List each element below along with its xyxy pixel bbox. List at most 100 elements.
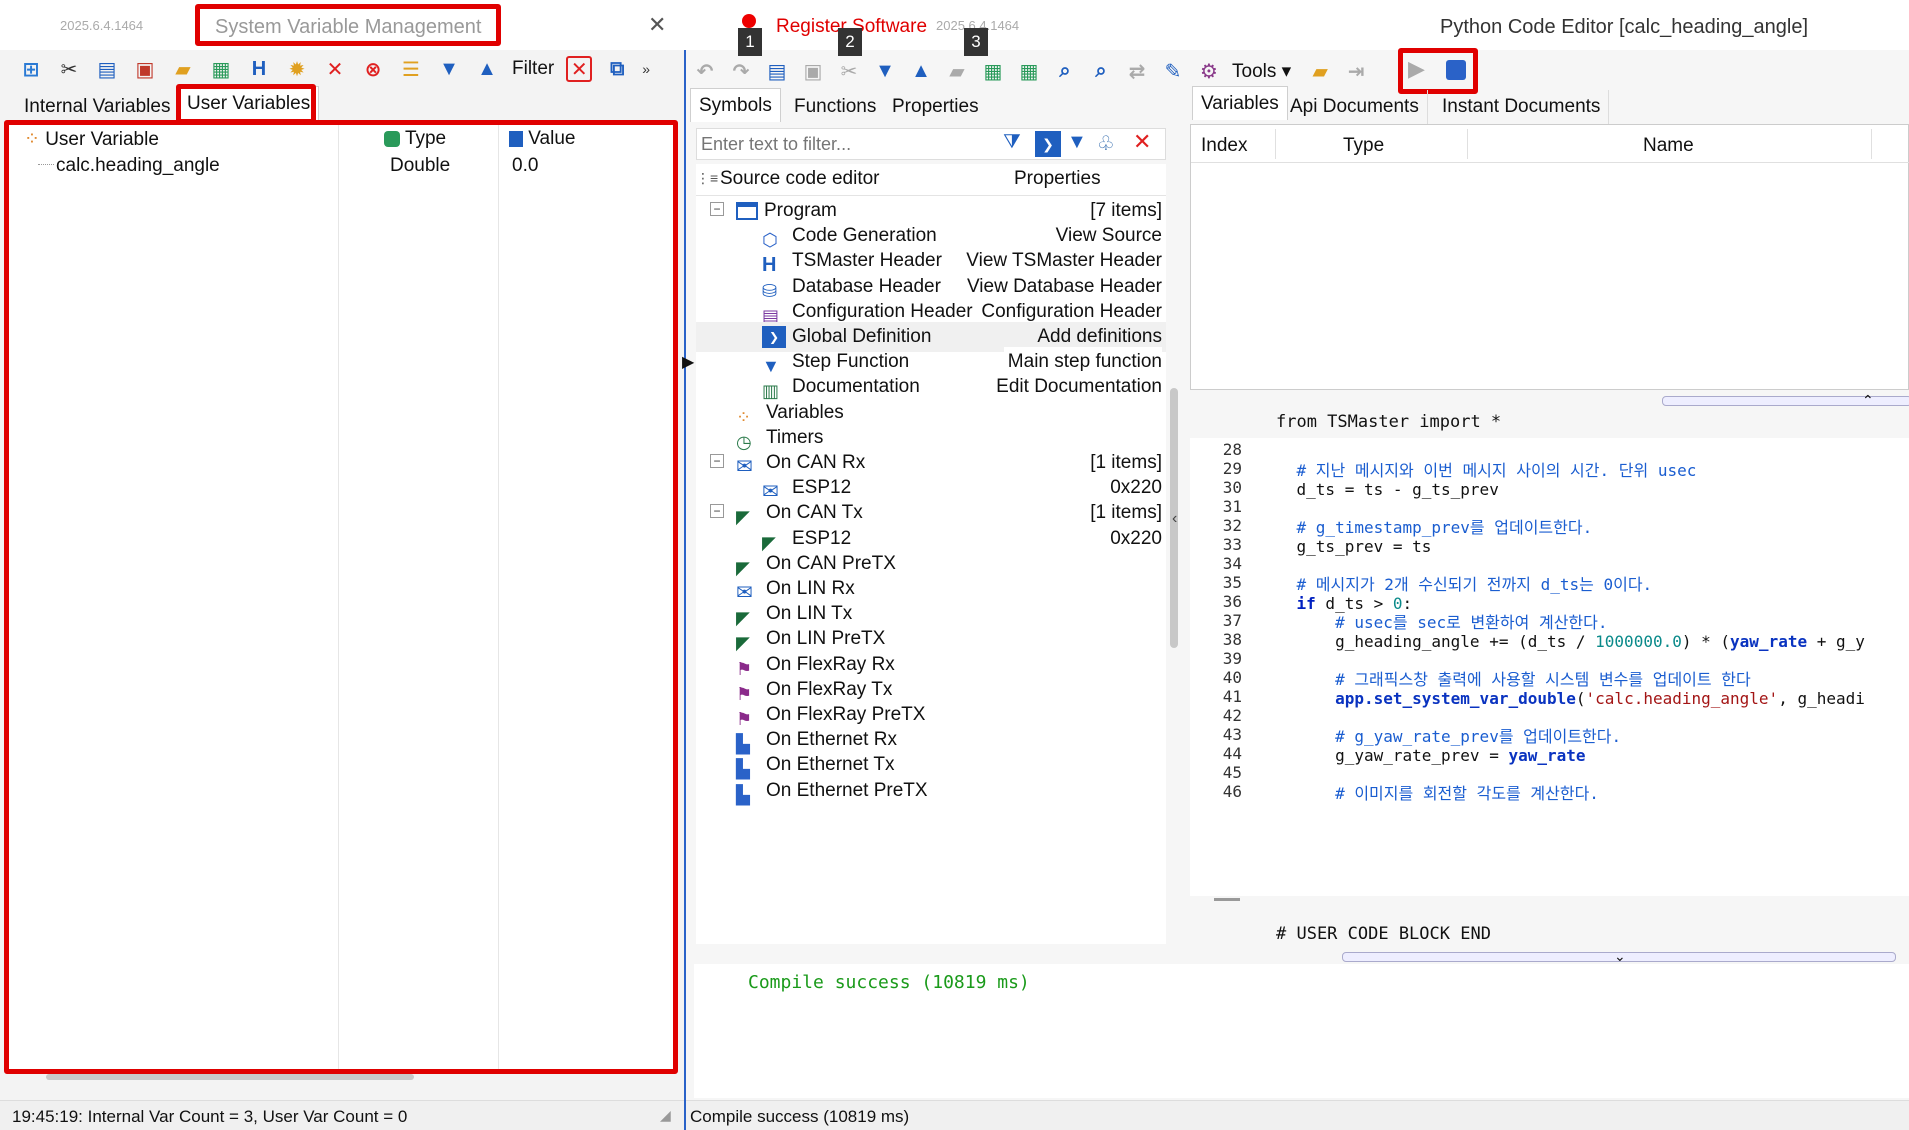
tab-instant-documents[interactable]: Instant Documents: [1434, 90, 1610, 124]
tree-node-label: On Ethernet PreTX: [766, 779, 928, 801]
add-icon[interactable]: ⊞: [18, 56, 44, 82]
tree-node-label: Global Definition: [792, 326, 932, 347]
code-line[interactable]: g_yaw_rate_prev = yaw_rate: [1258, 744, 1585, 767]
python-icon[interactable]: ♧: [1097, 131, 1115, 156]
code-line[interactable]: g_heading_angle += (d_ts / 1000000.0) * …: [1258, 630, 1865, 653]
row-variable-type[interactable]: Double: [390, 155, 450, 177]
flexray-icon: ⚑: [736, 708, 753, 729]
code-line[interactable]: g_ts_prev = ts: [1258, 535, 1432, 558]
ethernet-icon: ▙: [736, 784, 750, 805]
symbol-tree: − Program [7 items] ⬡ Code Generation View So…: [696, 196, 1166, 944]
triangle-filter-icon[interactable]: ▼: [1067, 131, 1087, 154]
row-variable-name[interactable]: calc.heading_angle: [56, 155, 220, 177]
ethernet-icon: ▙: [736, 734, 750, 755]
move-down-icon[interactable]: ▼: [436, 56, 462, 82]
tab-api-documents[interactable]: Api Documents: [1282, 90, 1428, 124]
gear-icon[interactable]: ⚙: [1196, 58, 1222, 84]
clear-filter-icon[interactable]: ✕: [1133, 129, 1151, 155]
tools-menu[interactable]: Tools ▾: [1232, 60, 1291, 83]
col-name[interactable]: Name: [1643, 135, 1694, 157]
cut-icon[interactable]: ✂: [836, 58, 862, 84]
settings-icon[interactable]: ✹: [284, 56, 310, 82]
paste-icon[interactable]: ▣: [800, 58, 826, 84]
config-icon: ▤: [762, 305, 780, 326]
move-down-icon[interactable]: ▼: [872, 58, 898, 84]
close-icon[interactable]: ✕: [648, 12, 666, 38]
filter-icon[interactable]: ⧩: [1003, 131, 1029, 157]
tab-variables[interactable]: Variables: [1192, 86, 1288, 120]
tree-node-label: On Ethernet Tx: [766, 754, 895, 776]
tab-internal-variables[interactable]: Internal Variables: [16, 90, 178, 124]
col-type[interactable]: Type: [1343, 135, 1384, 157]
collapse-toggle-icon[interactable]: −: [710, 454, 724, 468]
clear-filter-icon[interactable]: ✕: [566, 56, 593, 82]
import-icon[interactable]: ▦: [208, 56, 234, 82]
code-editor[interactable]: 28 29 # 지난 메시지와 이번 메시지 사이의 시간. 단위 usec 30 …: [1190, 438, 1909, 896]
overflow-chevron-icon[interactable]: »: [642, 61, 650, 77]
h-icon[interactable]: H: [246, 56, 272, 82]
col-index[interactable]: Index: [1201, 135, 1247, 157]
prompt-icon[interactable]: ❯: [1035, 131, 1061, 157]
terminal-icon: ❯: [762, 325, 786, 348]
code-h-scrollbar[interactable]: [1214, 898, 1240, 901]
replace-icon[interactable]: ⇄: [1124, 58, 1150, 84]
badge-3: 3: [964, 28, 988, 56]
copy-icon[interactable]: ▤: [94, 56, 120, 82]
redo-icon[interactable]: ↷: [728, 58, 754, 84]
tree-node-label: On FlexRay Tx: [766, 678, 893, 700]
column-user-variable[interactable]: ⁘ User Variable: [24, 128, 159, 151]
send-icon: ◤: [736, 507, 750, 528]
panel-title: System Variable Management: [215, 16, 482, 38]
cut-icon[interactable]: ✂: [56, 56, 82, 82]
code-line[interactable]: d_ts = ts - g_ts_prev: [1258, 478, 1499, 501]
horizontal-scrollbar[interactable]: [46, 1074, 414, 1080]
code-line[interactable]: # 이미지를 회전할 각도를 계산한다.: [1258, 782, 1599, 805]
collapse-chevron-icon[interactable]: ‹: [1172, 510, 1177, 528]
folder-open-icon[interactable]: ▰: [170, 56, 196, 82]
code-line[interactable]: app.set_system_var_double('calc.heading_…: [1258, 687, 1865, 710]
tree-col-source[interactable]: Source code editor: [720, 168, 880, 190]
folder-icon[interactable]: ▰: [1307, 58, 1333, 84]
tree-icon[interactable]: ☰: [398, 56, 424, 82]
tab-properties[interactable]: Properties: [884, 90, 987, 124]
move-up-icon[interactable]: ▲: [908, 58, 934, 84]
remove-all-icon[interactable]: ⊗: [360, 56, 386, 82]
collapse-toggle-icon[interactable]: −: [710, 504, 724, 519]
collapse-up-icon[interactable]: ⌃: [1862, 392, 1874, 409]
output-text: Compile success (10819 ms): [748, 972, 1030, 993]
tab-functions[interactable]: Functions: [786, 90, 884, 124]
column-type[interactable]: Type: [384, 128, 446, 150]
move-up-icon[interactable]: ▲: [474, 56, 500, 82]
resize-grip-icon[interactable]: ◢: [660, 1107, 671, 1124]
tree-col-properties[interactable]: Properties: [1014, 168, 1101, 190]
badge-2: 2: [838, 28, 862, 56]
copy-icon[interactable]: ▤: [764, 58, 790, 84]
line-number: 29: [1222, 459, 1242, 478]
run-icon[interactable]: ▶: [1408, 56, 1434, 86]
row-pointer-icon: ▶: [682, 354, 695, 371]
tab-symbols[interactable]: Symbols: [690, 88, 781, 122]
save-all-icon[interactable]: ▦: [1016, 58, 1042, 84]
column-value[interactable]: Value: [509, 128, 575, 150]
search-icon[interactable]: ⌕: [1052, 58, 1078, 84]
search-replace-icon[interactable]: ⌕: [1088, 58, 1114, 84]
tab-user-variables[interactable]: User Variables: [178, 86, 320, 124]
delete-icon[interactable]: ✕: [322, 56, 348, 82]
tree-node-label: Step Function: [792, 351, 910, 373]
filter-input[interactable]: [701, 131, 1001, 157]
collapse-toggle-icon[interactable]: −: [710, 202, 724, 216]
paste-icon[interactable]: ▣: [132, 56, 158, 82]
line-number: 41: [1222, 687, 1242, 706]
row-variable-value[interactable]: 0.0: [512, 155, 538, 177]
save-icon[interactable]: ▦: [980, 58, 1006, 84]
open-icon[interactable]: ▰: [944, 58, 970, 84]
compile-icon[interactable]: ⇥: [1343, 58, 1369, 84]
python-code-editor: Register Software 2025.6.4.1464 Python C…: [682, 0, 1909, 1130]
export-icon[interactable]: ⧉: [604, 56, 630, 82]
collapse-down-icon[interactable]: ⌄: [1614, 948, 1626, 965]
tree-node[interactable]: ▙ On Ethernet PreTX: [696, 776, 1166, 806]
edit-icon[interactable]: ✎: [1160, 58, 1186, 84]
filter-label[interactable]: Filter: [512, 58, 554, 80]
stop-icon[interactable]: [1446, 60, 1466, 80]
undo-icon[interactable]: ↶: [692, 58, 718, 84]
